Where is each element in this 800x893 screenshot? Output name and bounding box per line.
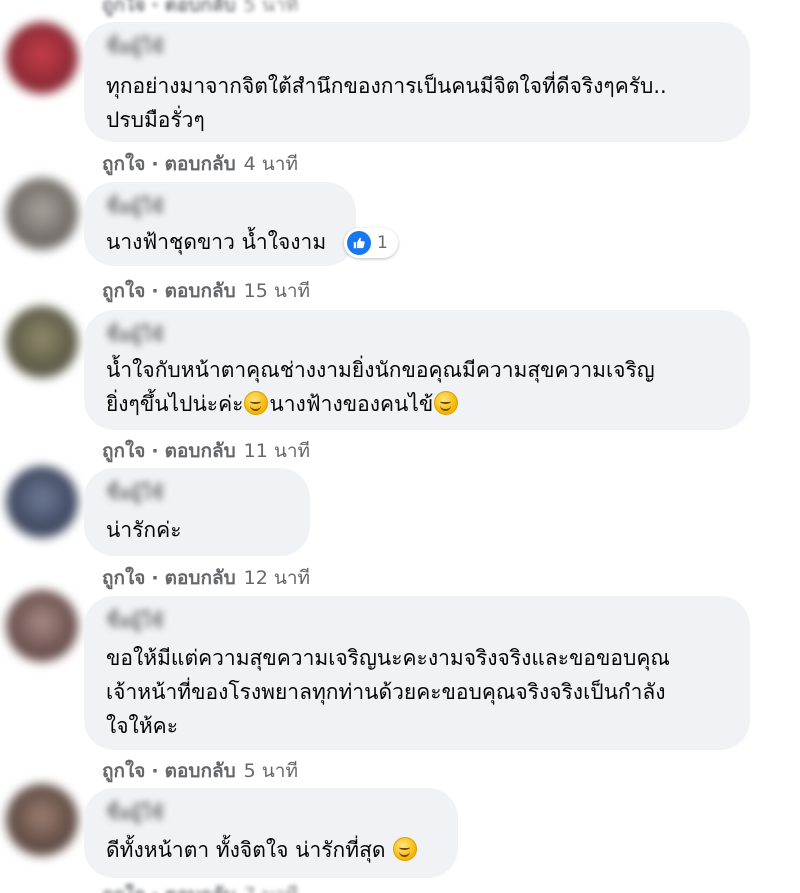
comment-meta-top: ถูกใจ · ตอบกลับ 5 นาที (102, 0, 298, 20)
avatar[interactable] (6, 178, 78, 250)
reply-action[interactable]: ตอบกลับ (165, 280, 236, 302)
reaction-count: 1 (377, 233, 388, 253)
like-icon (347, 231, 371, 255)
comment-text-line: ขอให้มีแต่ความสุขความเจริญนะคะงามจริงจริ… (106, 646, 670, 670)
comment-time: 11 นาที (243, 440, 311, 462)
smiling-face-icon (434, 391, 459, 415)
comment-meta: ถูกใจ · ตอบกลับ 5 นาที (102, 760, 298, 782)
comment-bubble: ชื่อผู้ใช้ ดีทั้งหน้าตา ทั้งจิตใจ น่ารัก… (84, 788, 458, 878)
reply-action[interactable]: ตอบกลับ (165, 153, 236, 175)
comment-author[interactable]: ชื่อผู้ใช้ (106, 478, 164, 508)
like-action[interactable]: ถูกใจ (102, 567, 145, 589)
comment-text-line: ดีทั้งหน้าตา ทั้งจิตใจ น่ารักที่สุด (106, 832, 418, 868)
comment-author[interactable]: ชื่อผู้ใช้ (106, 320, 164, 350)
comment-time: 7 นาที (244, 884, 298, 893)
comment-text-line: ปรบมือรั่วๆ (106, 108, 205, 132)
comment-time: 5 นาที (243, 760, 298, 782)
comment-author[interactable]: ชื่อผู้ใช้ (106, 606, 164, 636)
like-action[interactable]: ถูกใจ (102, 280, 145, 302)
comment-feed: ถูกใจ · ตอบกลับ 5 นาที ชื่อผู้ใช้ ทุกอย่างม… (0, 0, 800, 893)
comment-bubble: ชื่อผู้ใช้ น้ำใจกับหน้าตาคุณช่างงามยิ่งน… (84, 310, 750, 430)
reply-action[interactable]: ตอบกลับ (165, 884, 236, 893)
comment-text-line: ทุกอย่างมาจากจิตใต้สำนึกของการเป็นคนมีจิ… (106, 74, 667, 98)
comment-time: 4 นาที (243, 153, 298, 175)
comment-author[interactable]: ชื่อผู้ใช้ (106, 798, 164, 828)
comment-meta: ถูกใจ · ตอบกลับ 12 นาที (102, 567, 311, 589)
comment-text-segment: นางฟ้างของคนไข้ (269, 392, 434, 416)
comment-text-segment: ดีทั้งหน้าตา ทั้งจิตใจ น่ารักที่สุด (106, 838, 386, 862)
comment-text-line: ยิ่งๆขึ้นไปน่ะค่ะ นางฟ้างของคนไข้ (106, 386, 459, 422)
comment-meta: ถูกใจ · ตอบกลับ 11 นาที (102, 440, 311, 462)
comment-author[interactable]: ชื่อผู้ใช้ (106, 192, 164, 222)
slightly-smiling-face-icon (393, 837, 418, 861)
comment-time: 15 นาที (243, 280, 311, 302)
comment-time: 12 นาที (243, 567, 311, 589)
comment-bubble: ชื่อผู้ใช้ น่ารักค่ะ (84, 468, 310, 556)
smiling-face-icon (244, 391, 269, 415)
avatar[interactable] (6, 306, 78, 378)
like-action[interactable]: ถูกใจ (102, 884, 145, 893)
reply-action[interactable]: ตอบกลับ (165, 567, 236, 589)
avatar[interactable] (6, 784, 78, 856)
avatar[interactable] (6, 590, 78, 662)
like-action[interactable]: ถูกใจ (102, 760, 145, 782)
avatar[interactable] (6, 466, 78, 538)
comment-text-segment: ยิ่งๆขึ้นไปน่ะค่ะ (106, 392, 244, 416)
reply-action[interactable]: ตอบกลับ (165, 440, 236, 462)
comment-meta: ถูกใจ · ตอบกลับ 15 นาที (102, 280, 311, 302)
reply-action[interactable]: ตอบกลับ (165, 760, 236, 782)
comment-meta: ถูกใจ · ตอบกลับ 4 นาที (102, 153, 298, 175)
comment-text-line: น้ำใจกับหน้าตาคุณช่างงามยิ่งนักขอคุณมีคว… (106, 358, 655, 382)
comment-author[interactable]: ชื่อผู้ใช้ (106, 32, 164, 62)
comment-meta: ถูกใจ·ตอบกลับ7 นาที (102, 880, 298, 893)
reaction-badge[interactable]: 1 (344, 228, 398, 258)
like-action[interactable]: ถูกใจ (102, 0, 145, 16)
comment-time: 5 นาที (243, 0, 298, 16)
comment-text-line: น่ารักค่ะ (106, 518, 182, 542)
avatar[interactable] (6, 22, 78, 94)
comment-bubble: ชื่อผู้ใช้ นางฟ้าชุดขาว น้ำใจงาม 1 (84, 182, 398, 266)
like-action[interactable]: ถูกใจ (102, 440, 145, 462)
reply-action[interactable]: ตอบกลับ (165, 0, 236, 16)
comment-bubble: ชื่อผู้ใช้ ทุกอย่างมาจากจิตใต้สำนึกของกา… (84, 22, 750, 142)
like-action[interactable]: ถูกใจ (102, 153, 145, 175)
comment-text-line: เจ้าหน้าที่ของโรงพยาลทุกท่านด้วยคะขอบคุณ… (106, 680, 666, 704)
comment-text-line: ใจให้คะ (106, 714, 178, 738)
comment-bubble: ชื่อผู้ใช้ ขอให้มีแต่ความสุขความเจริญนะค… (84, 596, 750, 750)
comment-text-line: นางฟ้าชุดขาว น้ำใจงาม (106, 230, 327, 254)
